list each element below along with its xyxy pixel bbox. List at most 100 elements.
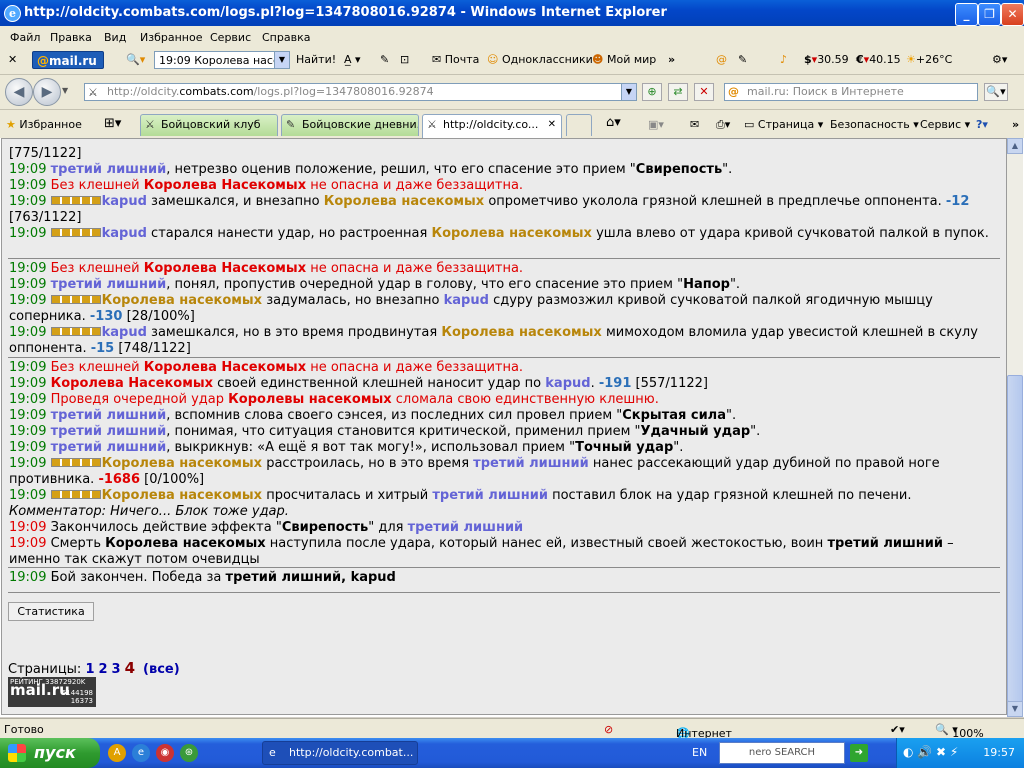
eur-rate[interactable]: €▾40.15 (856, 53, 901, 66)
taskbar: пуск A e ◉ ⊛ e http://oldcity.combat... E… (0, 738, 1024, 768)
log-line: 19:09 Королева насекомых задумалась, но … (9, 293, 937, 324)
tabs-bar: ★ Избранное ⊞▾ ⚔ Бойцовский клуб ✎ Бойцовс… (0, 110, 1024, 139)
log-line: 19:09 kapud замешкался, и внезапно Корол… (9, 194, 970, 225)
menu-view[interactable]: Вид (104, 31, 126, 44)
log-line: [775/1122] (9, 146, 82, 161)
log-line: 19:09 третий лишний, нетрезво оценив пол… (9, 162, 733, 177)
page-link-1[interactable]: 1 (85, 662, 94, 677)
page-menu[interactable]: ▭ Страница ▾ (744, 118, 823, 131)
page-link-3[interactable]: 3 (112, 662, 121, 677)
history-dropdown-icon[interactable]: ▼ (62, 86, 68, 95)
pen-icon[interactable]: ✎ (380, 53, 389, 66)
forward-button[interactable]: ▶ (33, 78, 61, 106)
weather[interactable]: ☀+26°C (906, 53, 952, 66)
maximize-button[interactable]: ❐ (978, 3, 1001, 26)
usd-rate[interactable]: $▾30.59 (804, 53, 849, 66)
statistics-button[interactable]: Статистика (8, 602, 94, 621)
stop-icon[interactable]: ✕ (694, 83, 714, 101)
mail-notify-icon[interactable]: @ (716, 53, 727, 66)
tools-menu[interactable]: Сервис ▾ (920, 118, 970, 131)
web-search-input[interactable]: @ mail.ru: Поиск в Интернете (724, 83, 978, 101)
scroll-thumb[interactable] (1007, 375, 1023, 702)
options-icon[interactable]: ⚙▾ (992, 53, 1007, 66)
safety-menu[interactable]: Безопасность ▾ (830, 118, 919, 131)
commentator-line: Комментатор: Ничего... Блок тоже удар. (9, 504, 289, 519)
tab-log[interactable]: ⚔ http://oldcity.co... ✕ (422, 114, 562, 138)
popup-blocker-icon[interactable]: ⊘ (604, 723, 613, 736)
scroll-down-icon[interactable]: ▼ (1007, 701, 1023, 717)
page-search-icon[interactable]: ⊡ (400, 53, 409, 66)
mailru-search-input[interactable]: 19:09 Королева насек ▼ (154, 51, 290, 69)
nero-search-box[interactable]: nero SEARCH (719, 742, 845, 764)
chrome-quicklaunch-icon[interactable]: ◉ (156, 744, 174, 762)
hit-zones-icon (50, 196, 101, 205)
highlight-icon[interactable]: A̲ ▾ (344, 53, 361, 66)
music-icon[interactable]: ♪ (780, 53, 787, 66)
print-icon[interactable]: ⎙▾ (716, 118, 730, 132)
tray-icons[interactable]: ◐ 🔊 ✖ ⚡ (903, 745, 958, 759)
window-title: http://oldcity.combats.com/logs.pl?log=1… (24, 5, 667, 20)
vertical-scrollbar[interactable]: ▲ ▼ (1007, 138, 1023, 717)
toolbar-more-button[interactable]: » (668, 53, 675, 66)
chevron-more-icon[interactable]: » (1012, 118, 1019, 131)
system-tray: ◐ 🔊 ✖ ⚡ 19:57 (896, 738, 1024, 768)
search-go-icon[interactable]: 🔍▾ (984, 83, 1008, 101)
settings-icon[interactable]: ✎ (738, 53, 747, 66)
log-line: 19:09 Королева насекомых расстроилась, н… (9, 456, 944, 487)
log-line: 19:09 Проведя очередной удар Королевы на… (9, 392, 659, 407)
hit-zones-icon (50, 295, 101, 304)
quicklaunch-icon[interactable]: A (108, 744, 126, 762)
search-history-icon[interactable]: 🔍▾ (126, 53, 145, 66)
quicklaunch-icon[interactable]: ⊛ (180, 744, 198, 762)
ie-icon: e (4, 5, 21, 22)
new-tab-button[interactable] (566, 114, 592, 136)
close-tab-icon[interactable]: ✕ (548, 115, 556, 135)
page-link-all[interactable]: (все) (143, 662, 180, 677)
close-button[interactable]: ✕ (1001, 3, 1024, 26)
log-line: 19:09 третий лишний, вспомнив слова свое… (9, 408, 737, 423)
menu-help[interactable]: Справка (262, 31, 310, 44)
page-link-2[interactable]: 2 (99, 662, 108, 677)
current-page: 4 (124, 659, 136, 677)
feeds-icon[interactable]: ▣▾ (648, 118, 664, 131)
menu-edit[interactable]: Правка (50, 31, 92, 44)
menu-file[interactable]: Файл (10, 31, 40, 44)
back-button[interactable]: ◀ (5, 78, 33, 106)
taskbar-ie-window[interactable]: e http://oldcity.combat... (262, 741, 418, 765)
language-indicator[interactable]: EN (692, 746, 707, 759)
mail-link[interactable]: ✉ Почта (432, 53, 479, 66)
menu-favorites[interactable]: Избранное (140, 31, 202, 44)
minimize-button[interactable]: _ (955, 3, 978, 26)
quick-tabs-icon[interactable]: ⊞▾ (104, 116, 121, 131)
refresh-icon[interactable]: ⇄ (668, 83, 688, 101)
favorites-button[interactable]: ★ Избранное (6, 118, 82, 131)
ie-quicklaunch-icon[interactable]: e (132, 744, 150, 762)
mail-icon[interactable]: ✉ (690, 118, 699, 131)
scroll-up-icon[interactable]: ▲ (1007, 138, 1023, 154)
compat-view-icon[interactable]: ⊕ (642, 83, 662, 101)
find-button[interactable]: Найти! (296, 53, 336, 66)
menu-tools[interactable]: Сервис (210, 31, 251, 44)
address-input[interactable]: ⚔ http://oldcity.combats.com/logs.pl?log… (84, 83, 637, 101)
log-line: 19:09 Без клешней Королева Насекомых не … (9, 360, 524, 375)
battle-result-line: 19:09 Бой закончен. Победа за третий лиш… (9, 570, 396, 585)
home-icon[interactable]: ⌂▾ (606, 115, 621, 130)
go-arrow-icon[interactable]: ➜ (850, 744, 868, 762)
odnoklassniki-link[interactable]: ☺ Одноклассники (487, 53, 593, 66)
help-icon[interactable]: ?▾ (976, 118, 988, 131)
title-bar: e http://oldcity.combats.com/logs.pl?log… (0, 0, 1024, 26)
mailru-logo[interactable]: @mail.ru (32, 51, 104, 69)
turn-divider (8, 258, 1000, 259)
browser-content: [775/1122] 19:09 третий лишний, нетрезво… (0, 138, 1024, 717)
moi-mir-link[interactable]: ☻ Мой мир (592, 53, 656, 66)
zoom-level[interactable]: 🔍 100% ▾ (935, 723, 984, 740)
hit-zones-icon (50, 458, 101, 467)
tab-fight-diaries[interactable]: ✎ Бойцовские дневни... (281, 114, 419, 136)
clock: 19:57 (983, 746, 1015, 759)
tab-fight-club[interactable]: ⚔ Бойцовский клуб (140, 114, 278, 136)
start-button[interactable]: пуск (0, 738, 100, 768)
mailru-rating-counter[interactable]: РЕЙТИНГ 33872920K mail.ru 5144198 16373 (8, 677, 96, 707)
toolbar-close-icon[interactable]: ✕ (8, 53, 17, 66)
log-line: 19:09 kapud старался нанести удар, но ра… (9, 226, 989, 241)
protected-mode-icon[interactable]: ✔▾ (890, 723, 905, 736)
